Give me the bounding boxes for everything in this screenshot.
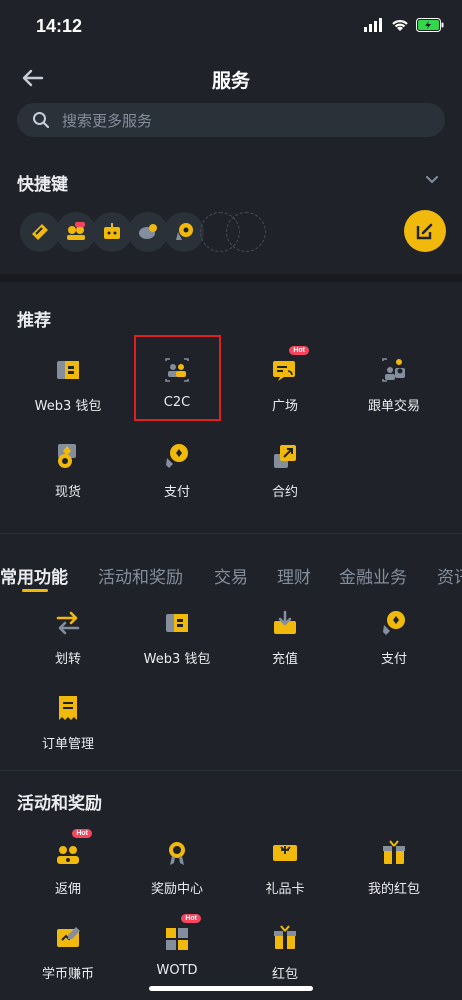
service-deposit[interactable]: 充值: [230, 608, 340, 678]
service-square[interactable]: Hot 广场: [230, 346, 340, 425]
service-wotd[interactable]: Hot WOTD: [122, 914, 232, 993]
signal-icon: [364, 18, 382, 32]
service-label: 返佣: [54, 882, 81, 897]
copy-trading-icon: [379, 355, 409, 385]
gift-card-icon: [270, 838, 300, 868]
chevron-down-icon[interactable]: [424, 172, 440, 188]
square-icon: Hot: [270, 346, 309, 385]
service-label: Web3 钱包: [34, 399, 102, 414]
shortcut-empty-slot[interactable]: [226, 212, 266, 252]
shortcut-4-icon[interactable]: [128, 212, 168, 252]
medal-icon: [162, 838, 192, 868]
recommended-title: 推荐: [17, 311, 51, 331]
service-label: 奖励中心: [150, 882, 203, 897]
section-divider: [0, 770, 462, 771]
service-gift-card[interactable]: 礼品卡: [230, 838, 340, 908]
rewards-title: 活动和奖励: [17, 794, 102, 814]
search-placeholder: 搜索更多服务: [62, 111, 153, 130]
deposit-icon: [270, 608, 300, 638]
service-label: 支付: [380, 652, 407, 667]
status-icons: [364, 18, 444, 32]
service-label: 礼品卡: [265, 882, 305, 897]
edit-shortcuts-button[interactable]: [404, 210, 446, 252]
tab-finance[interactable]: 金融业务: [339, 563, 407, 588]
service-web3-wallet[interactable]: Web3 钱包: [13, 355, 123, 425]
tab-active-indicator: [22, 589, 48, 592]
tab-rewards[interactable]: 活动和奖励: [98, 563, 183, 588]
search-input[interactable]: 搜索更多服务: [17, 103, 445, 137]
hot-badge: Hot: [181, 914, 201, 923]
tab-news[interactable]: 资讯: [437, 563, 462, 588]
service-label: Web3 钱包: [143, 652, 211, 667]
service-label: 学币赚币: [41, 967, 94, 982]
tab-earn[interactable]: 理财: [277, 563, 311, 588]
service-label: 合约: [271, 485, 298, 500]
section-divider: [0, 533, 462, 534]
shortcut-5-icon[interactable]: [164, 212, 204, 252]
service-futures[interactable]: 合约: [230, 441, 340, 511]
battery-icon: [416, 18, 444, 32]
wotd-icon: Hot: [162, 914, 201, 953]
shortcut-2-icon[interactable]: [56, 212, 96, 252]
edit-icon: [416, 223, 433, 240]
hot-badge: Hot: [72, 829, 92, 838]
pay-icon: [162, 441, 192, 471]
service-my-red-packet[interactable]: 我的红包: [339, 838, 449, 908]
service-pay[interactable]: 支付: [339, 608, 449, 678]
transfer-icon: [53, 608, 83, 638]
service-transfer[interactable]: 划转: [13, 608, 123, 678]
orders-icon: [53, 693, 83, 723]
wifi-icon: [392, 20, 408, 31]
home-indicator[interactable]: [149, 986, 313, 991]
service-rewards-center[interactable]: 奖励中心: [122, 838, 232, 908]
referral-icon: Hot: [53, 829, 92, 868]
status-bar: 14:12: [0, 0, 462, 54]
section-divider: [0, 274, 462, 282]
service-spot[interactable]: 现货: [13, 441, 123, 511]
spot-icon: [53, 441, 83, 471]
service-label: 支付: [163, 485, 190, 500]
wallet-icon: [53, 355, 83, 385]
service-pay[interactable]: 支付: [122, 441, 232, 511]
learn-earn-icon: [53, 923, 83, 953]
service-web3-wallet[interactable]: Web3 钱包: [122, 608, 232, 678]
gift-box-icon: [379, 838, 409, 868]
tab-common[interactable]: 常用功能: [0, 563, 68, 588]
service-orders[interactable]: 订单管理: [13, 693, 123, 763]
search-icon: [33, 112, 50, 129]
gift-box-icon: [270, 923, 300, 953]
service-red-packet[interactable]: 红包: [230, 923, 340, 993]
service-copy-trading[interactable]: 跟单交易: [339, 355, 449, 425]
service-label: 我的红包: [367, 882, 420, 897]
shortcut-3-icon[interactable]: [92, 212, 132, 252]
page-title: 服务: [211, 70, 250, 92]
shortcut-1-icon[interactable]: [20, 212, 60, 252]
service-referral[interactable]: Hot 返佣: [13, 829, 123, 908]
hot-badge: Hot: [289, 346, 309, 355]
service-label: WOTD: [156, 963, 198, 978]
header: 服务: [0, 58, 462, 98]
futures-icon: [270, 441, 300, 471]
status-time: 14:12: [36, 16, 83, 36]
service-label: 订单管理: [41, 737, 94, 752]
service-label: 现货: [54, 485, 81, 500]
pay-icon: [379, 608, 409, 638]
service-label: 红包: [271, 967, 298, 982]
service-label: 广场: [271, 399, 298, 414]
wallet-icon: [162, 608, 192, 638]
c2c-highlight-box: [134, 335, 221, 421]
service-label: 充值: [271, 652, 298, 667]
service-label: 跟单交易: [367, 399, 420, 414]
service-label: 划转: [54, 652, 81, 667]
shortcuts-title: 快捷键: [17, 175, 68, 195]
service-learn-earn[interactable]: 学币赚币: [13, 923, 123, 993]
tab-trade[interactable]: 交易: [214, 563, 248, 588]
